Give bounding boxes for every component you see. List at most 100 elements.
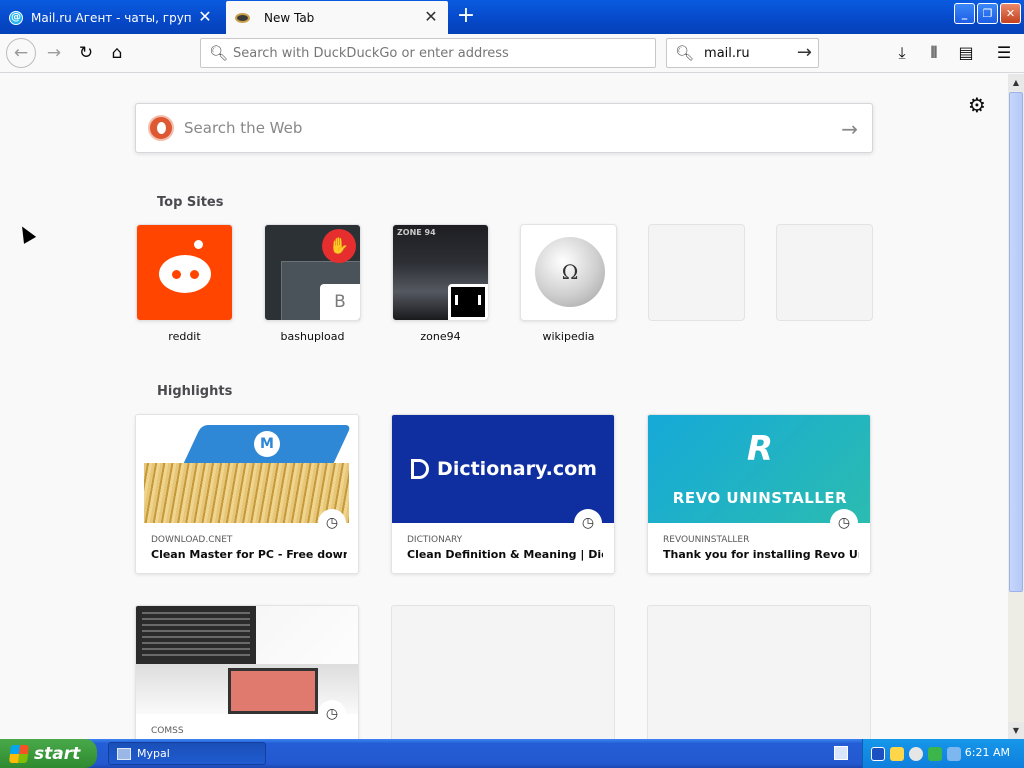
search-bar-value[interactable]: mail.ru [704,46,794,61]
menu-icon[interactable]: ☰ [990,39,1018,67]
forward-button[interactable]: → [40,39,68,67]
home-button[interactable]: ⌂ [103,39,131,67]
top-site-reddit[interactable]: reddit [136,224,233,343]
tab-title: Mail.ru Агент - чаты, группы, ви [31,10,191,25]
highlight-image [136,606,358,714]
reddit-antenna-icon [194,240,203,249]
title-bar: @ Mail.ru Агент - чаты, группы, ви ✕ New… [0,0,1024,34]
folder-icon[interactable] [890,746,904,761]
highlight-title: Thank you for installing Revo Un... [663,548,859,561]
start-button[interactable]: start [0,739,97,768]
speaker-icon[interactable] [909,746,923,761]
security-icon[interactable] [928,746,942,761]
top-site-bashupload[interactable]: ✋ B bashupload [264,224,361,343]
maximize-button[interactable]: ❐ [977,3,998,24]
highlights-heading[interactable]: Highlights [157,384,232,399]
top-sites-heading[interactable]: Top Sites [157,195,224,210]
top-site-label: reddit [168,330,201,343]
search-bar[interactable]: 🔍︎ mail.ru → [666,38,819,68]
top-site-label: bashupload [280,330,345,343]
highlight-image: R REVO UNINSTALLER [648,415,870,523]
top-site-tile[interactable]: ZONE 94 [392,224,489,321]
clock-icon: ◷ [574,509,602,537]
tab-new-tab[interactable]: New Tab ✕ [226,1,448,34]
vertical-scrollbar[interactable]: ▲ ▼ [1008,74,1024,739]
window-icon [117,747,131,760]
address-bar[interactable]: 🔍︎ [200,38,656,68]
tab-title: New Tab [264,10,315,25]
taskbar-item-mypal[interactable]: Mypal [108,742,266,765]
highlight-source: DICTIONARY [407,535,463,545]
clean-master-logo-icon: M [254,431,280,457]
highlight-placeholder [391,605,615,739]
highlight-card[interactable]: R REVO UNINSTALLER ◷ REVOUNINSTALLER Tha… [647,414,871,574]
new-tab-page: ⚙ Search the Web → Top Sites reddit ✋ B … [0,74,1008,739]
highlight-placeholder [647,605,871,739]
windows-logo-icon [9,744,29,763]
highlight-card[interactable]: Dictionary.com ◷ DICTIONARY Clean Defini… [391,414,615,574]
clock-icon: ◷ [318,700,346,728]
address-input[interactable] [233,45,633,61]
site-badge: B [320,284,360,320]
web-search-box[interactable]: Search the Web → [135,103,873,153]
new-tab-button[interactable]: + [454,5,478,29]
dictionary-logo-icon [411,459,430,479]
clock-time: 6:21 AM [964,746,1010,759]
top-site-label: wikipedia [542,330,595,343]
scroll-down-arrow-icon[interactable]: ▼ [1008,722,1024,739]
library-icon[interactable]: ⫴ [920,39,948,67]
search-icon: 🔍︎ [675,44,695,62]
scrollbar-thumb[interactable] [1009,92,1023,592]
top-site-tile[interactable] [136,224,233,321]
close-tab-icon[interactable]: ✕ [423,8,439,26]
highlight-card[interactable]: M ◷ DOWNLOAD.CNET Clean Master for PC - … [135,414,359,574]
network-icon[interactable] [871,746,885,761]
web-search-placeholder: Search the Web [184,119,303,137]
top-site-tile[interactable] [776,224,873,321]
wikipedia-globe-icon: Ω [535,237,605,307]
navigation-toolbar: ← → ↻ ⌂ 🔍︎ 🔍︎ mail.ru → ⤓ ⫴ ▤ ☰ [0,34,1024,73]
gear-icon[interactable]: ⚙ [966,94,988,116]
top-site-empty[interactable] [648,224,745,330]
search-icon: 🔍︎ [209,44,229,62]
mypal-favicon-icon [235,12,250,23]
taskbar-item-label: Mypal [137,747,170,760]
search-go-arrow-icon[interactable]: → [797,42,812,63]
top-site-tile[interactable]: ✋ B [264,224,361,321]
top-site-empty[interactable] [776,224,873,330]
top-site-wikipedia[interactable]: Ω wikipedia [520,224,617,343]
top-site-tile[interactable] [648,224,745,321]
reddit-eye-icon [190,270,199,279]
highlight-source: DOWNLOAD.CNET [151,535,233,545]
site-thumb-title: ZONE 94 [397,228,436,237]
top-site-zone94[interactable]: ZONE 94 zone94 [392,224,489,343]
revo-bin-icon: R [746,429,774,469]
search-submit-arrow-icon[interactable]: → [841,117,858,141]
stop-hand-icon: ✋ [322,229,356,263]
scroll-up-arrow-icon[interactable]: ▲ [1008,74,1024,91]
downloads-icon[interactable]: ⤓ [888,39,916,67]
broom-bristles [144,463,349,523]
taskbar: start Mypal 6:21 AM [0,739,1024,768]
image-text: REVO UNINSTALLER [672,489,848,507]
window-controls: _ ❐ ✕ [954,3,1021,24]
tab-mailru[interactable]: @ Mail.ru Агент - чаты, группы, ви ✕ [0,1,222,34]
duckduckgo-logo-icon [148,115,174,141]
clock-icon: ◷ [318,509,346,537]
reddit-eye-icon [172,270,181,279]
close-tab-icon[interactable]: ✕ [197,8,213,26]
highlight-card[interactable]: ◷ COMSS [135,605,359,739]
keyboard-icon[interactable] [834,746,848,760]
screen: @ Mail.ru Агент - чаты, группы, ви ✕ New… [0,0,1024,768]
close-window-button[interactable]: ✕ [1000,3,1021,24]
highlight-image: Dictionary.com [392,415,614,523]
minimize-button[interactable]: _ [954,3,975,24]
top-site-tile[interactable]: Ω [520,224,617,321]
back-button[interactable]: ← [6,38,36,68]
reload-button[interactable]: ↻ [72,39,100,67]
monitor-icon[interactable] [947,746,961,761]
laptop-screen [136,606,256,666]
sidebar-icon[interactable]: ▤ [952,39,980,67]
highlight-image: M [136,415,358,523]
laptop-screen [228,668,318,714]
